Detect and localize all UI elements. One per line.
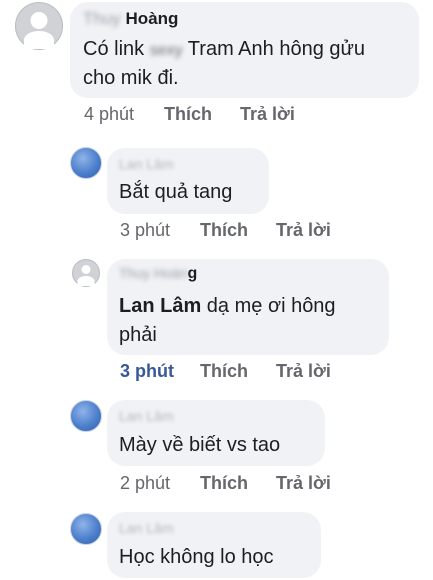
avatar[interactable] <box>70 400 102 432</box>
comment-bubble: Lan Lâm Bắt quả tang <box>107 148 269 214</box>
comment-text: Có link sexy Tram Anh hông gửu <box>83 38 366 60</box>
comment-text: Học không lo học <box>119 546 274 568</box>
author-name: g <box>187 265 198 282</box>
comment-bubble: Lan Lâm Mày về biết vs tao <box>107 400 325 466</box>
timestamp[interactable]: 4 phút <box>84 104 134 125</box>
blurred-name: Thuy Hoàn <box>119 265 188 281</box>
comment-author[interactable]: Thuy Hoàng <box>83 9 178 29</box>
comment-text-line2: cho mik đi. <box>83 67 179 89</box>
comment-text: Mày về biết vs tao <box>119 434 281 456</box>
like-button[interactable]: Thích <box>200 220 248 241</box>
author-name: Hoàng <box>125 9 179 28</box>
comment-text: Bắt quả tang <box>119 181 233 203</box>
like-button[interactable]: Thích <box>164 104 212 125</box>
reply-button[interactable]: Trả lời <box>276 361 331 382</box>
comment-author[interactable]: Thuy Hoàng <box>119 265 197 283</box>
comment-bubble: Lan Lâm Học không lo học <box>107 512 321 578</box>
mention-link[interactable]: Lan Lâm <box>119 295 201 317</box>
comment-text: Lan Lâm dạ mẹ ơi hông <box>119 295 336 317</box>
like-button[interactable]: Thích <box>200 361 248 382</box>
comment-author[interactable]: Lan Lâm <box>119 520 173 536</box>
avatar-body-icon <box>77 276 95 286</box>
avatar-head-icon <box>81 265 91 274</box>
blurred-text: sexy <box>149 42 183 59</box>
timestamp[interactable]: 3 phút <box>120 361 174 382</box>
avatar-head-icon <box>30 12 48 29</box>
comment-bubble: Thuy Hoàng Có link sexy Tram Anh hông gử… <box>70 2 419 98</box>
comment-bubble: Thuy Hoàng Lan Lâm dạ mẹ ơi hông phải <box>107 259 389 355</box>
avatar[interactable] <box>72 259 100 287</box>
reply-button[interactable]: Trả lời <box>240 104 295 125</box>
timestamp[interactable]: 3 phút <box>120 220 170 241</box>
avatar[interactable] <box>70 147 102 179</box>
blurred-name: Thuy <box>83 9 121 28</box>
reply-button[interactable]: Trả lời <box>276 473 331 494</box>
comment-author[interactable]: Lan Lâm <box>119 408 173 424</box>
comment-text-line2: phải <box>119 324 157 346</box>
comment-author[interactable]: Lan Lâm <box>119 156 173 172</box>
avatar[interactable] <box>70 513 102 545</box>
avatar-body-icon <box>24 31 54 49</box>
avatar[interactable] <box>15 2 63 50</box>
like-button[interactable]: Thích <box>200 473 248 494</box>
timestamp[interactable]: 2 phút <box>120 473 170 494</box>
reply-button[interactable]: Trả lời <box>276 220 331 241</box>
